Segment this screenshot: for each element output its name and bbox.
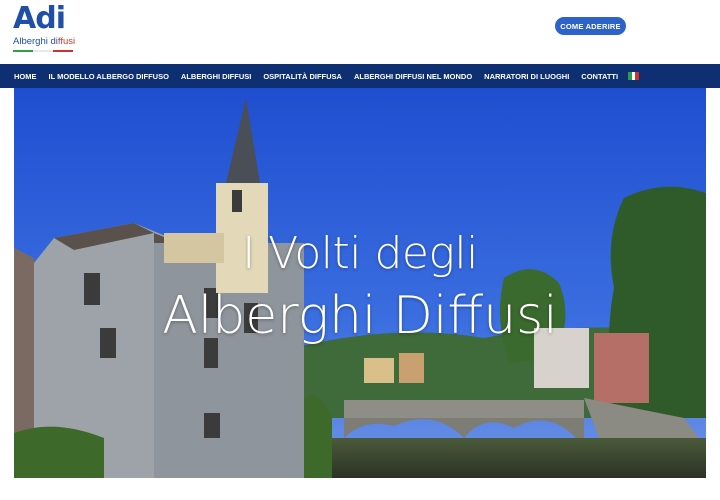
site-header: Adi Alberghi diffusi COME ADERIRE	[0, 0, 720, 64]
main-nav: HOME IL MODELLO ALBERGO DIFFUSO ALBERGHI…	[0, 64, 720, 88]
hero-title-line2: Alberghi Diffusi	[162, 286, 558, 346]
nav-item-narratori[interactable]: NARRATORI DI LUOGHI	[478, 72, 575, 81]
tricolor-line	[13, 50, 73, 52]
nav-item-modello[interactable]: IL MODELLO ALBERGO DIFFUSO	[43, 72, 175, 81]
village-bridge-photo	[14, 88, 706, 478]
nav-item-home[interactable]: HOME	[0, 72, 43, 81]
nav-item-contatti[interactable]: CONTATTI	[575, 72, 624, 81]
nav-item-alberghi-diffusi[interactable]: ALBERGHI DIFFUSI	[175, 72, 257, 81]
adi-logo[interactable]: Adi Alberghi diffusi	[13, 4, 85, 56]
logo-mark: Adi	[13, 1, 66, 36]
logo-subtitle: Alberghi diffusi	[13, 36, 76, 47]
come-aderire-button[interactable]: COME ADERIRE	[555, 17, 626, 35]
italian-flag-icon[interactable]	[628, 72, 640, 80]
nav-item-mondo[interactable]: ALBERGHI DIFFUSI NEL MONDO	[348, 72, 478, 81]
hero-banner: I Volti degli Alberghi Diffusi	[14, 88, 706, 478]
stone-bridge	[344, 400, 584, 418]
nav-item-ospitalita[interactable]: OSPITALITÀ DIFFUSA	[257, 72, 348, 81]
river	[304, 438, 706, 478]
hero-title-line1: I Volti degli	[242, 228, 478, 279]
